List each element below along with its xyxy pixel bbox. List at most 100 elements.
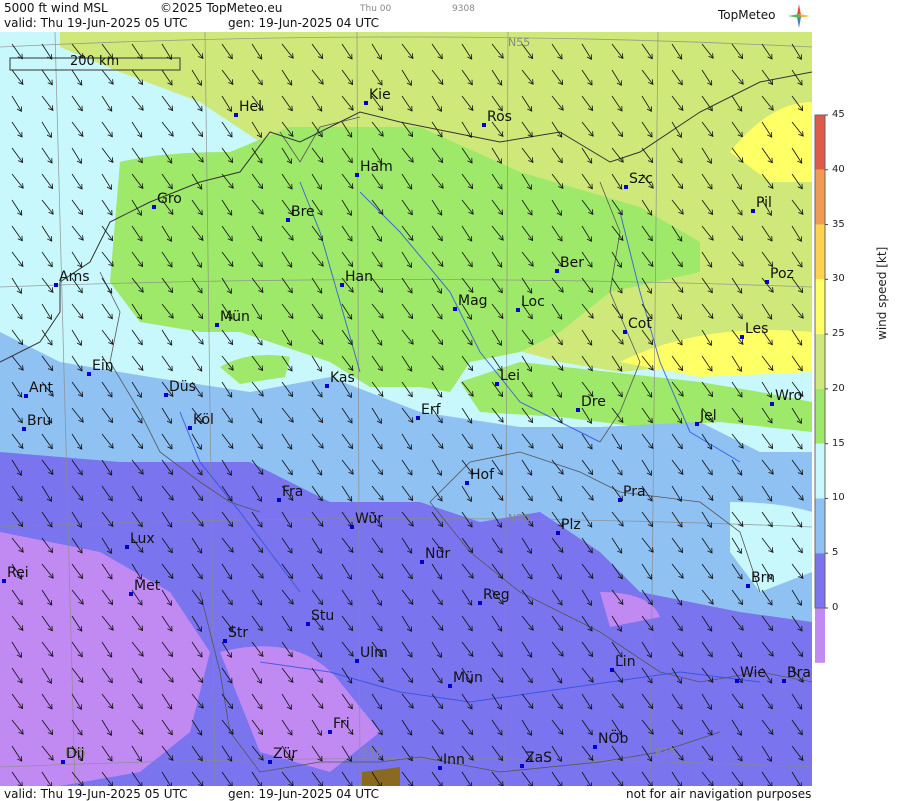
city-marker	[268, 760, 272, 764]
colorbar-tick-label: 25	[832, 328, 845, 340]
city-label: Cot	[628, 316, 652, 332]
city-marker	[152, 205, 156, 209]
colorbar-segment	[815, 388, 825, 444]
topmeteo-logo: TopMeteo	[718, 8, 776, 22]
city-marker	[61, 760, 65, 764]
city-label: Bru	[27, 413, 52, 429]
coordinate-label: E10	[362, 746, 383, 759]
colorbar-tick-label: 10	[832, 492, 845, 504]
city-marker	[355, 659, 359, 663]
city-label: Reg	[483, 587, 510, 603]
city-marker	[24, 394, 28, 398]
city-label: Hel	[239, 99, 263, 115]
colorbar-tick-label: 35	[832, 218, 845, 230]
city-label: Zür	[273, 746, 298, 762]
city-label: Ant	[29, 380, 53, 396]
city-marker	[129, 592, 133, 596]
city-label: Mün	[453, 670, 483, 686]
city-marker	[482, 123, 486, 127]
city-marker	[516, 308, 520, 312]
city-label: Dre	[581, 394, 606, 410]
city-marker	[478, 601, 482, 605]
city-marker	[188, 426, 192, 430]
disclaimer: not for air navigation purposes	[626, 787, 812, 801]
city-label: Han	[345, 269, 373, 285]
map-header: 5000 ft wind MSL ©2025 TopMeteo.eu Thu 0…	[0, 0, 812, 32]
city-marker	[495, 382, 499, 386]
city-marker	[610, 668, 614, 672]
footer-valid-time: valid: Thu 19-Jun-2025 05 UTC	[4, 787, 188, 801]
city-marker	[416, 416, 420, 420]
city-marker	[355, 173, 359, 177]
coordinate-label: E15	[655, 746, 676, 759]
city-marker	[420, 560, 424, 564]
colorbar-segment	[815, 608, 825, 663]
city-label: Kie	[369, 87, 391, 103]
colorbar	[814, 114, 828, 663]
city-marker	[770, 402, 774, 406]
city-marker	[350, 525, 354, 529]
footer-generated-time: gen: 19-Jun-2025 04 UTC	[228, 787, 380, 801]
city-marker	[782, 679, 786, 683]
city-marker	[465, 481, 469, 485]
coordinate-label: N55	[508, 36, 530, 49]
city-label: Ein	[92, 358, 114, 374]
colorbar-tick-label: 0	[832, 602, 839, 613]
colorbar-tick-label: 30	[832, 273, 845, 285]
coordinate-label: N50	[508, 512, 530, 525]
city-marker	[2, 579, 6, 583]
city-label: Ros	[487, 109, 512, 125]
city-marker	[740, 335, 744, 339]
colorbar-legend: 45 40 35 30 25 20 15 10 5 0	[812, 0, 904, 801]
city-label: ZaS	[525, 750, 553, 766]
city-label: Fra	[282, 484, 304, 500]
colorbar-tick-label: 45	[832, 109, 845, 120]
city-label: Lin	[615, 654, 636, 670]
city-label: Ham	[360, 159, 393, 175]
city-label: Bre	[291, 204, 315, 220]
parameter-label: 5000 ft wind MSL	[4, 1, 108, 15]
city-label: Str	[228, 625, 249, 641]
city-marker	[593, 745, 597, 749]
city-label: Pra	[623, 484, 646, 500]
colorbar-segment	[815, 443, 825, 499]
city-label: Pil	[756, 195, 772, 211]
city-label: Stu	[311, 608, 335, 624]
city-label: Poz	[770, 266, 794, 282]
city-label: Fri	[333, 716, 350, 732]
city-marker	[340, 283, 344, 287]
city-marker	[215, 323, 219, 327]
copyright-label: ©2025 TopMeteo.eu	[160, 1, 283, 15]
colorbar-tick-label: 15	[832, 437, 845, 449]
run-label: Thu 00	[360, 4, 392, 14]
city-label: Jel	[700, 408, 717, 424]
city-label: Szc	[629, 171, 653, 187]
city-marker	[448, 684, 452, 688]
city-label: Ulm	[360, 645, 388, 661]
compass-logo-icon	[788, 4, 810, 28]
city-label: Düs	[169, 379, 196, 395]
colorbar-tick-label: 20	[832, 382, 845, 394]
city-label: Wür	[355, 511, 383, 527]
city-marker	[695, 422, 699, 426]
city-marker	[87, 372, 91, 376]
city-label: Kas	[330, 370, 355, 386]
city-label: Köl	[193, 412, 214, 428]
city-marker	[306, 622, 310, 626]
map-footer: valid: Thu 19-Jun-2025 05 UTC gen: 19-Ju…	[0, 786, 812, 801]
city-marker	[234, 113, 238, 117]
colorbar-segment	[815, 224, 825, 280]
city-marker	[125, 545, 129, 549]
city-label: Lux	[130, 531, 155, 547]
city-marker	[164, 393, 168, 397]
city-marker	[54, 283, 58, 287]
city-label: Hof	[470, 467, 495, 483]
city-label: Ams	[59, 269, 90, 285]
city-marker	[576, 408, 580, 412]
city-label: Mün	[220, 309, 250, 325]
colorbar-segment	[815, 498, 825, 554]
city-label: Wro	[775, 388, 803, 404]
city-marker	[556, 531, 560, 535]
generated-time: gen: 19-Jun-2025 04 UTC	[228, 16, 380, 30]
city-label: Plz	[561, 517, 581, 533]
